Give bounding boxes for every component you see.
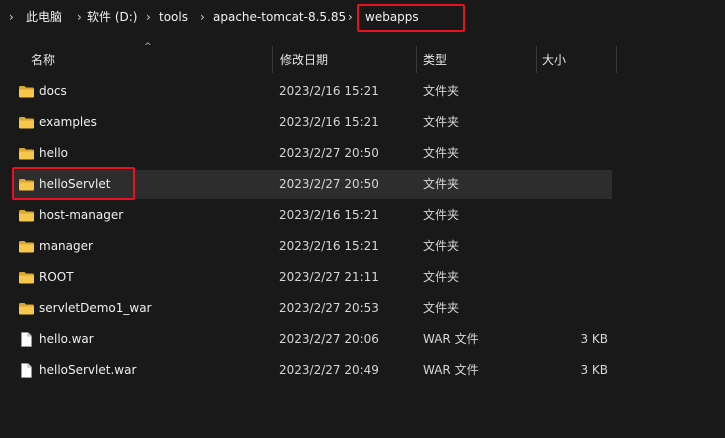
breadcrumb-this-pc[interactable]: 此电脑 [26, 9, 62, 25]
file-icon [18, 362, 35, 379]
column-divider[interactable] [272, 46, 273, 73]
file-size: 3 KB [580, 332, 608, 346]
file-row[interactable]: examples 2023/2/16 15:21 文件夹 [12, 108, 612, 137]
file-row[interactable]: helloServlet 2023/2/27 20:50 文件夹 [12, 170, 612, 199]
column-header-modified[interactable]: 修改日期 [280, 53, 328, 67]
folder-icon [18, 114, 35, 131]
file-modified-date: 2023/2/27 20:50 [279, 146, 379, 160]
file-name: hello.war [39, 332, 94, 346]
file-modified-date: 2023/2/27 20:06 [279, 332, 379, 346]
folder-icon [18, 269, 35, 286]
file-type: 文件夹 [423, 270, 460, 284]
file-name: examples [39, 115, 97, 129]
file-row[interactable]: host-manager 2023/2/16 15:21 文件夹 [12, 201, 612, 230]
file-modified-date: 2023/2/16 15:21 [279, 84, 379, 98]
file-modified-date: 2023/2/27 20:53 [279, 301, 379, 315]
file-row[interactable]: helloServlet.war 2023/2/27 20:49 WAR 文件 3 K… [12, 356, 612, 385]
file-modified-date: 2023/2/16 15:21 [279, 115, 379, 129]
file-type: 文件夹 [423, 239, 460, 253]
file-type: WAR 文件 [423, 332, 479, 346]
file-type: WAR 文件 [423, 363, 479, 377]
breadcrumb-tools[interactable]: tools [159, 9, 188, 25]
file-name: hello [39, 146, 68, 160]
breadcrumb-root-chevron-icon[interactable]: › [9, 9, 14, 25]
file-modified-date: 2023/2/27 20:49 [279, 363, 379, 377]
file-row[interactable]: hello.war 2023/2/27 20:06 WAR 文件 3 KB [12, 325, 612, 354]
file-name: manager [39, 239, 93, 253]
folder-icon [18, 207, 35, 224]
file-modified-date: 2023/2/16 15:21 [279, 208, 379, 222]
file-type: 文件夹 [423, 146, 460, 160]
file-row[interactable]: servletDemo1_war 2023/2/27 20:53 文件夹 [12, 294, 612, 323]
file-row[interactable]: docs 2023/2/16 15:21 文件夹 [12, 77, 612, 106]
folder-icon [18, 83, 35, 100]
sort-ascending-icon: ^ [144, 42, 152, 52]
folder-icon [18, 145, 35, 162]
column-header-type[interactable]: 类型 [423, 53, 447, 67]
breadcrumb-chevron-icon[interactable]: › [348, 9, 353, 25]
file-icon [18, 331, 35, 348]
file-modified-date: 2023/2/16 15:21 [279, 239, 379, 253]
column-divider[interactable] [416, 46, 417, 73]
folder-icon [18, 176, 35, 193]
file-row[interactable]: hello 2023/2/27 20:50 文件夹 [12, 139, 612, 168]
file-name: helloServlet [39, 177, 111, 191]
file-type: 文件夹 [423, 208, 460, 222]
address-bar[interactable]: › 此电脑 › 软件 (D:) › tools › apache-tomcat-… [0, 0, 725, 34]
column-header-name[interactable]: 名称 [31, 53, 55, 67]
file-name: docs [39, 84, 67, 98]
breadcrumb-chevron-icon[interactable]: › [77, 9, 82, 25]
file-explorer-window: › 此电脑 › 软件 (D:) › tools › apache-tomcat-… [0, 0, 725, 438]
file-type: 文件夹 [423, 115, 460, 129]
file-name: host-manager [39, 208, 124, 222]
breadcrumb-apache-tomcat[interactable]: apache-tomcat-8.5.85 [213, 9, 346, 25]
file-type: 文件夹 [423, 84, 460, 98]
file-type: 文件夹 [423, 177, 460, 191]
file-type: 文件夹 [423, 301, 460, 315]
file-name: servletDemo1_war [39, 301, 152, 315]
file-row[interactable]: ROOT 2023/2/27 21:11 文件夹 [12, 263, 612, 292]
folder-icon [18, 300, 35, 317]
breadcrumb-drive-d[interactable]: 软件 (D:) [87, 9, 137, 25]
file-size: 3 KB [580, 363, 608, 377]
file-row[interactable]: manager 2023/2/16 15:21 文件夹 [12, 232, 612, 261]
file-name: ROOT [39, 270, 74, 284]
column-divider[interactable] [616, 46, 617, 73]
file-name: helloServlet.war [39, 363, 137, 377]
column-header-size[interactable]: 大小 [542, 53, 566, 67]
folder-icon [18, 238, 35, 255]
breadcrumb-chevron-icon[interactable]: › [146, 9, 151, 25]
breadcrumb-chevron-icon[interactable]: › [200, 9, 205, 25]
file-modified-date: 2023/2/27 20:50 [279, 177, 379, 191]
breadcrumb-webapps[interactable]: webapps [365, 9, 419, 25]
file-modified-date: 2023/2/27 21:11 [279, 270, 379, 284]
column-divider[interactable] [536, 46, 537, 73]
